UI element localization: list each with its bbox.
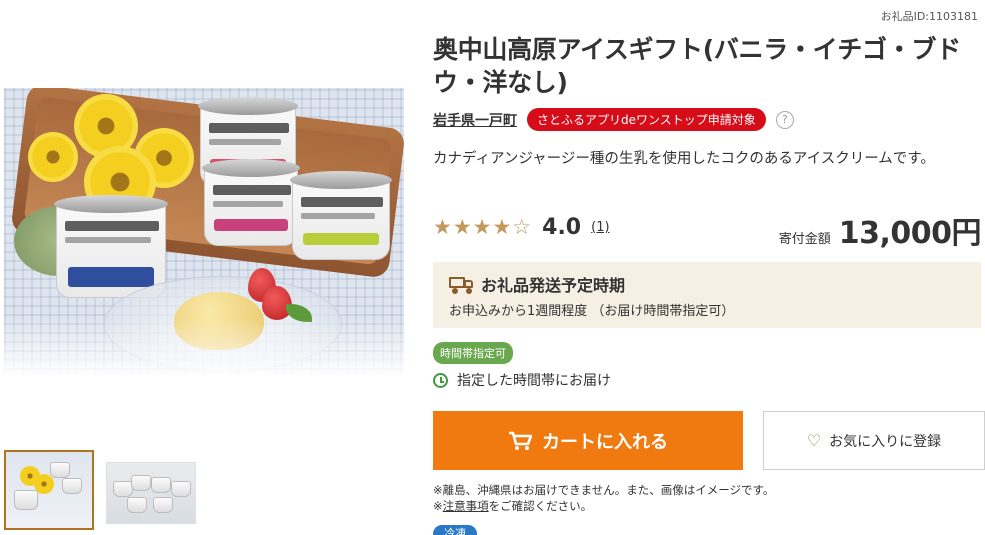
gift-id: お礼品ID:1103181: [880, 10, 978, 23]
favorite-label: お気に入りに登録: [829, 433, 942, 450]
product-title: 奥中山高原アイスギフト(バニラ・イチゴ・ブドウ・洋なし): [433, 35, 961, 97]
municipality-link[interactable]: 岩手県一戸町: [433, 110, 517, 130]
thumbnail-2[interactable]: [106, 462, 196, 524]
notes: ※離島、沖縄県はお届けできません。また、画像はイメージです。 ※注意事項をご確認…: [433, 482, 774, 514]
onestop-badge: さとふるアプリdeワンストップ申請対象: [527, 108, 766, 131]
rating-score: 4.0: [542, 215, 582, 240]
delivery-row: 指定した時間帯にお届け: [433, 370, 611, 390]
price-block: 寄付金額 13,000円: [778, 208, 982, 252]
thumbnail-1[interactable]: [4, 450, 94, 530]
help-icon[interactable]: ?: [775, 110, 794, 129]
shipping-box: お礼品発送予定時期 お申込みから1週間程度 （お届け時間帯指定可）: [433, 262, 981, 328]
add-to-cart-button[interactable]: カートに入れる: [433, 411, 743, 470]
municipality-row: 岩手県一戸町 さとふるアプリdeワンストップ申請対象 ?: [433, 108, 794, 131]
time-slot-badge: 時間帯指定可: [433, 342, 513, 364]
add-to-cart-label: カートに入れる: [542, 431, 668, 453]
heart-icon: ♡: [806, 431, 822, 450]
strawberry-2: [262, 286, 292, 320]
note-line-1: ※離島、沖縄県はお届けできません。また、画像はイメージです。: [433, 483, 775, 497]
favorite-button[interactable]: ♡ お気に入りに登録: [763, 411, 985, 470]
star-rating-icon: ★★★★☆: [433, 215, 533, 239]
price-label: 寄付金額: [778, 232, 831, 247]
review-count-link[interactable]: (1): [591, 220, 609, 235]
note-line-2: ※注意事項をご確認ください。: [433, 499, 593, 513]
truck-icon: [449, 275, 475, 294]
price-amount: 13,000円: [838, 216, 982, 251]
ice-cup-pear: [290, 171, 392, 260]
clock-icon: [433, 372, 448, 388]
shipping-heading: お礼品発送予定時期: [481, 276, 626, 295]
cart-icon: [509, 431, 532, 450]
sunflower-4: [28, 132, 78, 182]
product-description: カナディアンジャージー種の生乳を使用したコクのあるアイスクリームです。: [433, 151, 935, 167]
ice-cup-vanilla: [54, 195, 168, 298]
thumbnail-list: [4, 450, 196, 530]
rating-row: ★★★★☆ 4.0 (1): [433, 215, 610, 240]
ice-cup-grape: [202, 159, 300, 246]
frozen-badge: 冷凍: [433, 525, 477, 535]
delivery-text: 指定した時間帯にお届け: [457, 373, 611, 389]
caution-link[interactable]: 注意事項: [443, 499, 489, 513]
shipping-note: お申込みから1週間程度 （お届け時間帯指定可）: [449, 304, 735, 319]
main-product-photo[interactable]: [4, 88, 404, 388]
